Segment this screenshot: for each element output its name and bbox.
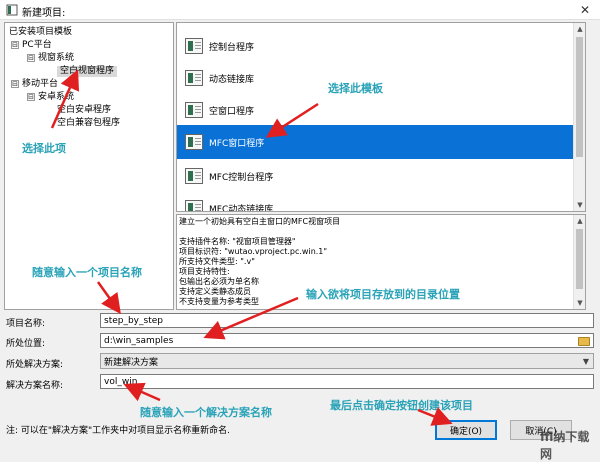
template-label: 空窗口程序	[209, 106, 255, 117]
description-line: 项目支持特性:	[179, 267, 230, 276]
close-icon[interactable]: ✕	[572, 1, 598, 19]
tree-item-label: PC平台	[22, 40, 52, 50]
description-line: 支持定义类静态成员	[179, 287, 251, 296]
tree-item-label: 空白安卓程序	[57, 105, 112, 115]
collapse-icon[interactable]: ⊟	[11, 40, 19, 49]
template-item-mfc-console[interactable]: MFC控制台程序	[177, 159, 573, 193]
description-line: 所支持文件类型: ".v"	[179, 257, 255, 266]
annotation-enter-location: 输入欲将项目存放到的目录位置	[306, 288, 460, 301]
tree-item-label: 视窗系统	[38, 53, 75, 63]
app-icon	[6, 4, 18, 16]
tree-item-android-system[interactable]: ⊟ 安卓系统	[27, 92, 74, 103]
tree-item-label: 移动平台	[22, 79, 59, 89]
description-line: 支持插件名称: "视窗项目管理器"	[179, 237, 296, 246]
collapse-icon[interactable]: ⊟	[11, 79, 19, 88]
description-scrollbar[interactable]: ▲ ▼	[573, 215, 585, 309]
scroll-up-icon[interactable]: ▲	[574, 215, 585, 227]
template-label: MFC窗口程序	[209, 138, 265, 149]
template-icon	[185, 70, 203, 86]
solution-select[interactable]: 新建解决方案 ▼	[100, 353, 594, 369]
solution-name-input[interactable]: vol_win	[100, 374, 594, 389]
description-line: 不支持变量为参考类型	[179, 297, 259, 306]
template-icon	[185, 102, 203, 118]
description-line: 项目标识符: "wutao.vproject.pc.win.1"	[179, 247, 328, 256]
template-item-empty-window[interactable]: 空窗口程序	[177, 93, 573, 127]
watermark-logo: ffl纳下载网	[540, 430, 590, 461]
footer-note: 注: 可以在"解决方案"工作夹中对项目显示名称重新命名.	[6, 426, 231, 436]
solution-label: 所处解决方案:	[6, 360, 64, 370]
template-label: MFC动态链接库	[209, 204, 274, 212]
location-label: 所处位置:	[6, 339, 46, 349]
annotation-enter-project-name: 随意输入一个项目名称	[32, 266, 142, 279]
tree-item-mobile-platform[interactable]: ⊟ 移动平台	[11, 79, 58, 90]
annotation-select-item: 选择此项	[22, 142, 66, 155]
template-icon	[185, 134, 203, 150]
title-bar: 新建项目: ✕	[0, 0, 600, 20]
template-icon	[185, 168, 203, 184]
tree-item-label: 安卓系统	[38, 92, 75, 102]
scrollbar-thumb[interactable]	[576, 37, 583, 157]
scroll-up-icon[interactable]: ▲	[574, 23, 585, 35]
location-input[interactable]: d:\win_samples	[100, 333, 594, 348]
solution-name-label: 解决方案名称:	[6, 381, 64, 391]
template-item-mfc-window[interactable]: MFC窗口程序	[177, 125, 573, 159]
tree-item-blank-windows-program[interactable]: 空白视窗程序	[57, 66, 118, 77]
folder-icon[interactable]	[578, 337, 590, 346]
chevron-down-icon: ▼	[582, 357, 589, 366]
annotation-enter-solution-name: 随意输入一个解决方案名称	[140, 406, 272, 419]
description-line: 包输出名必须为单名称	[179, 277, 259, 286]
project-name-label: 项目名称:	[6, 319, 46, 329]
template-list-scrollbar[interactable]: ▲ ▼	[573, 23, 585, 211]
tree-item-label: 空白兼容包程序	[57, 118, 121, 128]
scroll-down-icon[interactable]: ▼	[574, 199, 585, 211]
template-label: MFC控制台程序	[209, 172, 274, 183]
solution-value: 新建解决方案	[104, 357, 159, 368]
location-value: d:\win_samples	[104, 335, 174, 346]
tree-item-windows-system[interactable]: ⊟ 视窗系统	[27, 53, 74, 64]
tree-item-blank-compat-program[interactable]: 空白兼容包程序	[57, 118, 120, 129]
tree-header: 已安装项目模板	[9, 27, 73, 37]
scroll-down-icon[interactable]: ▼	[574, 297, 585, 309]
tree-item-blank-android-program[interactable]: 空白安卓程序	[57, 105, 111, 116]
template-label: 动态链接库	[209, 74, 255, 85]
template-label: 控制台程序	[209, 42, 255, 53]
tree-item-label: 空白视窗程序	[60, 66, 115, 76]
template-icon	[185, 38, 203, 54]
template-item-mfc-dll[interactable]: MFC动态链接库	[177, 191, 573, 212]
project-name-input[interactable]: step_by_step	[100, 313, 594, 328]
template-list: 控制台程序 动态链接库 空窗口程序 MFC窗口程序 MFC控制台程序 MFC动态…	[176, 22, 586, 212]
collapse-icon[interactable]: ⊟	[27, 53, 35, 62]
scrollbar-thumb[interactable]	[576, 229, 583, 289]
annotation-click-ok: 最后点击确定按钮创建该项目	[330, 399, 473, 412]
ok-button[interactable]: 确定(O)	[435, 420, 497, 440]
template-item-console[interactable]: 控制台程序	[177, 29, 573, 63]
annotation-select-template: 选择此模板	[328, 82, 383, 95]
tree-item-pc-platform[interactable]: ⊟ PC平台	[11, 40, 52, 51]
description-line: 建立一个初始具有空白主窗口的MFC视窗项目	[179, 217, 341, 226]
window-title: 新建项目:	[22, 8, 66, 19]
collapse-icon[interactable]: ⊟	[27, 92, 35, 101]
template-icon	[185, 200, 203, 211]
